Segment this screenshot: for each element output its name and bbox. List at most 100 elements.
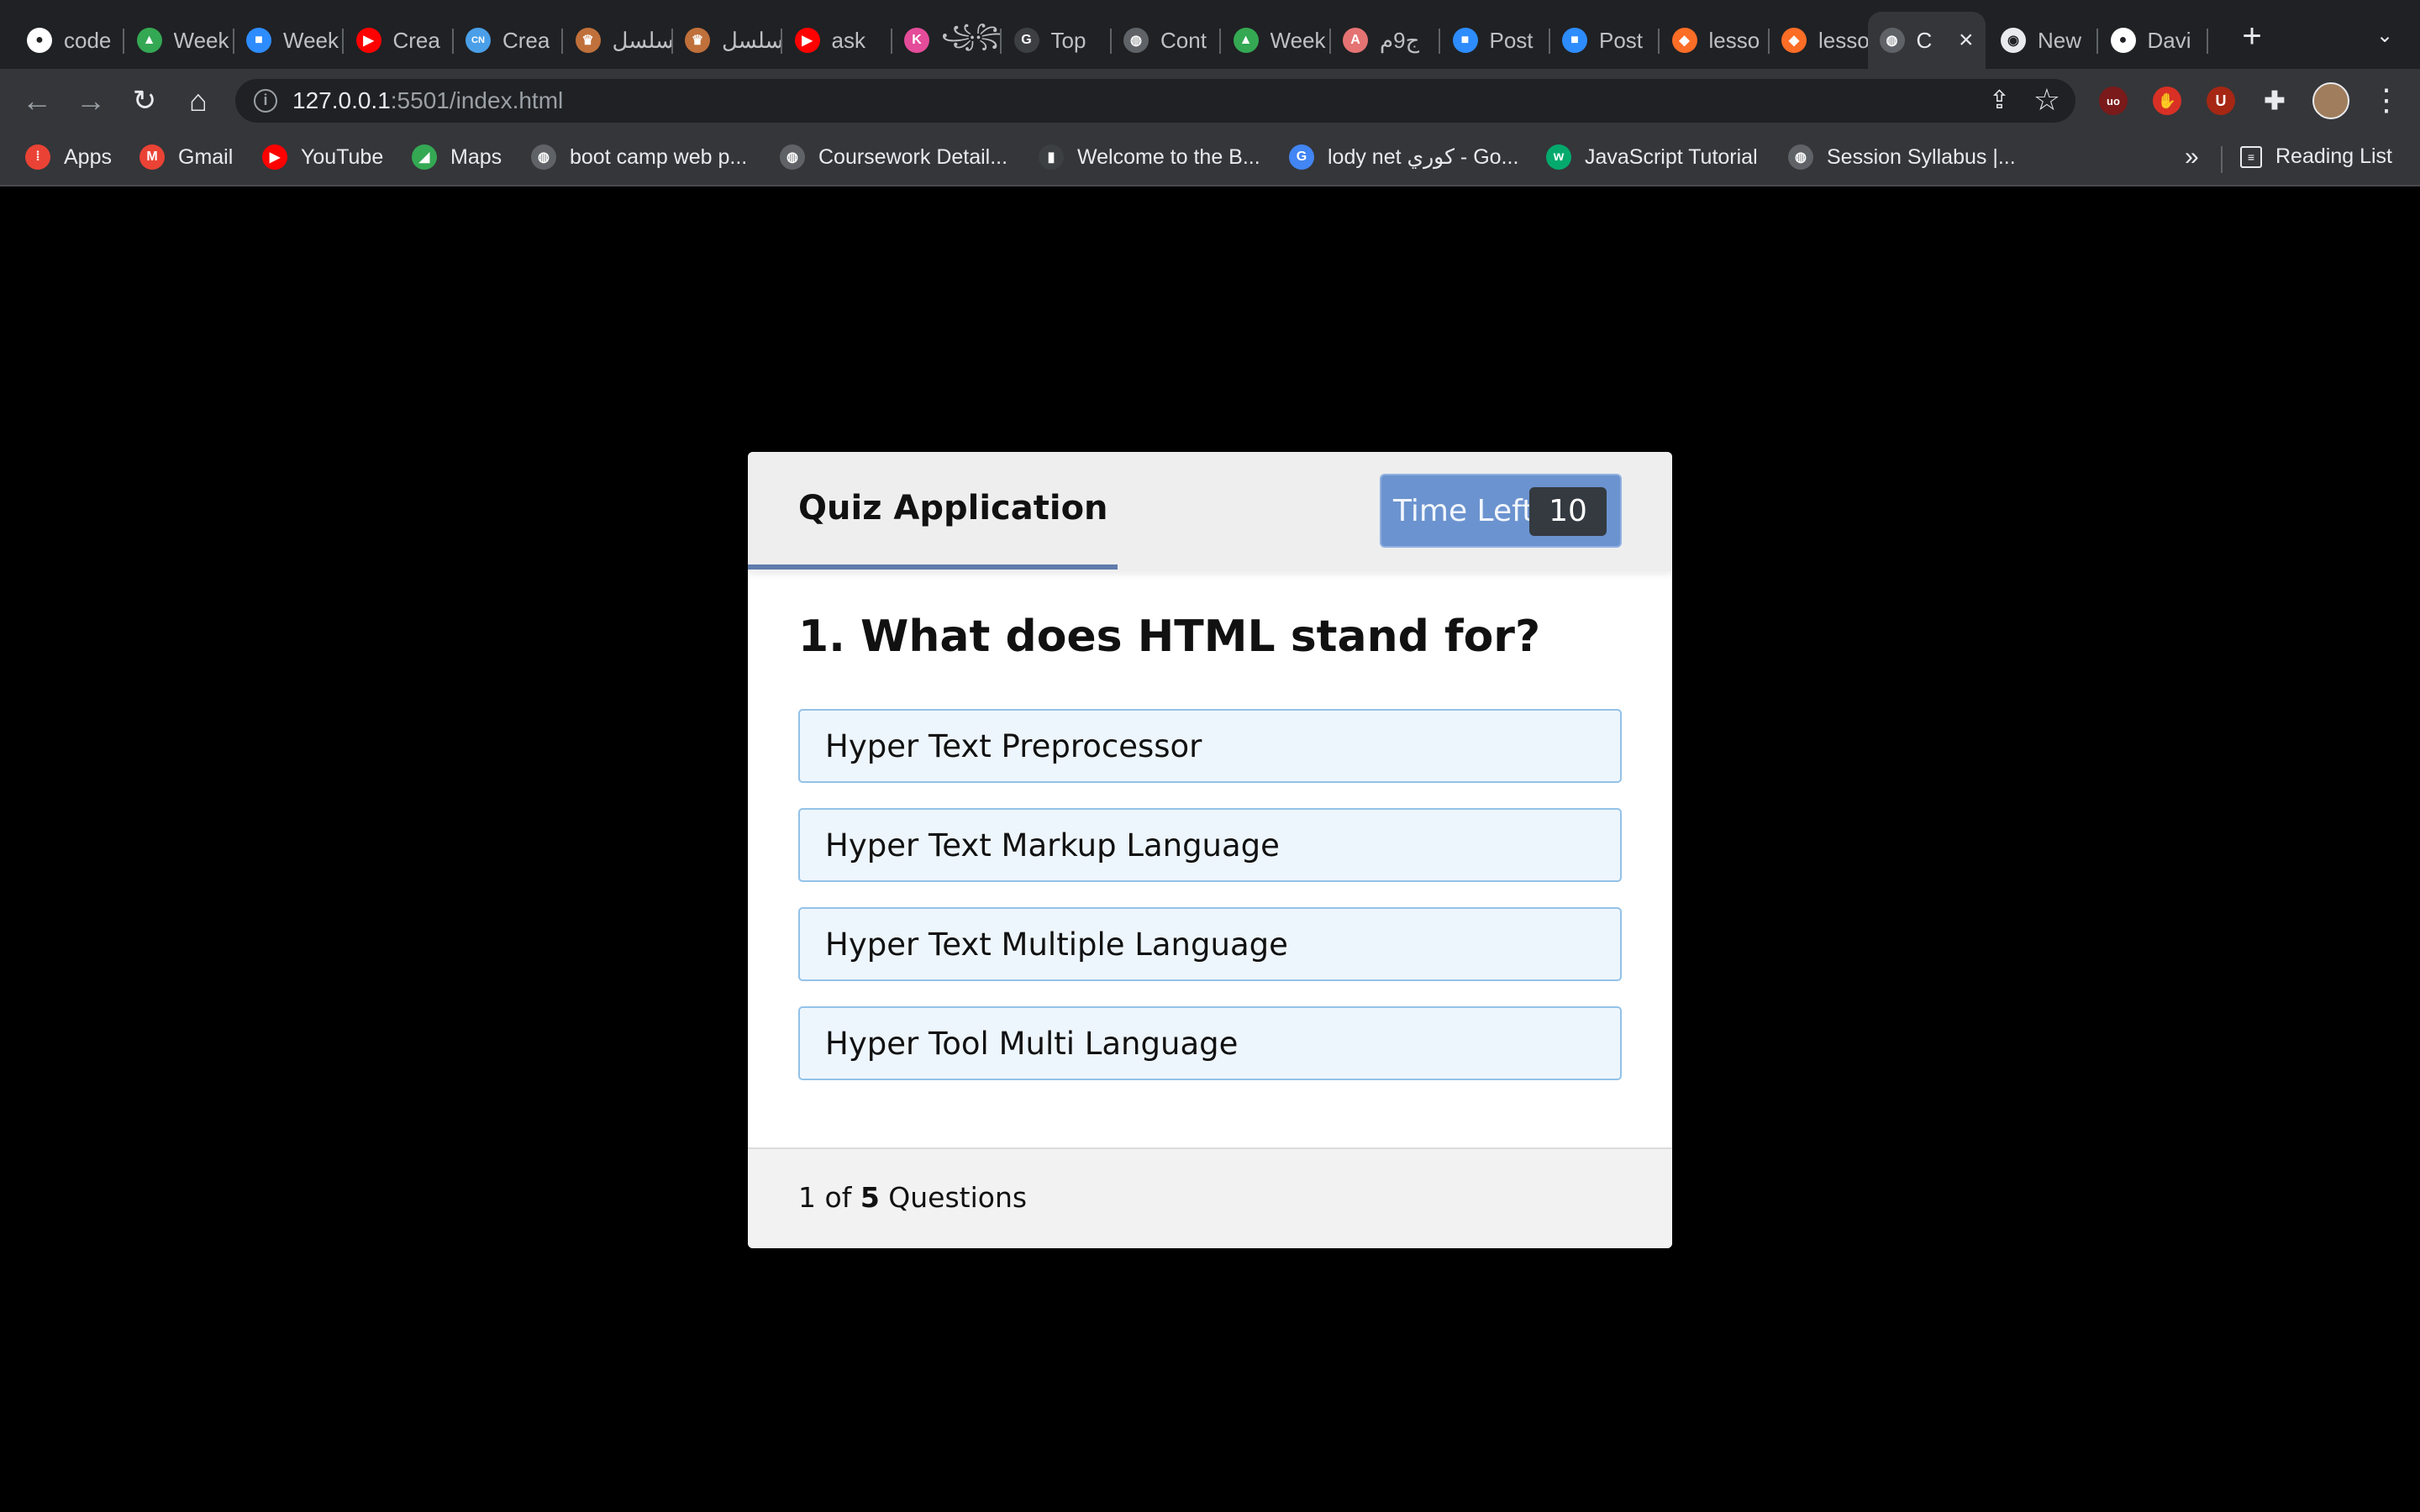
home-button[interactable]: ⌂	[178, 81, 218, 121]
bookmark-item[interactable]: ◍ boot camp web p...	[531, 144, 747, 170]
browser-tab[interactable]: ◆ lesso	[1660, 12, 1770, 69]
browser-tab[interactable]: ◍ Cont	[1112, 12, 1221, 69]
reading-list-icon: ≡	[2240, 145, 2262, 168]
ublock-origin-extension-icon[interactable]: U	[2207, 87, 2235, 115]
browser-tab[interactable]: ♛ مسلسل	[564, 12, 673, 69]
reading-list-label: Reading List	[2275, 144, 2392, 168]
browser-tab[interactable]: CN Crea	[454, 12, 563, 69]
browser-tab[interactable]: ■ Week	[234, 12, 344, 69]
globe-icon: ◍	[780, 144, 805, 170]
bookmark-label: Apps	[64, 144, 112, 169]
timer-badge: Time Left 10	[1380, 474, 1622, 548]
timer-label: Time Left	[1393, 494, 1534, 528]
youtube-icon: ▶	[794, 28, 820, 53]
browser-tab[interactable]: ● Davi	[2099, 12, 2208, 69]
browser-tab[interactable]: ■ Post	[1550, 12, 1660, 69]
bookmark-label: lody net كوري - Go...	[1328, 145, 1519, 169]
browser-tab[interactable]: ▶ Crea	[345, 12, 454, 69]
gitlab-icon: ◆	[1781, 28, 1807, 53]
bookmark-item[interactable]: ◍ Session Syllabus |...	[1788, 144, 2016, 170]
browser-tab[interactable]: ▲ Week	[1222, 12, 1331, 69]
bookmark-item[interactable]: ▮ Welcome to the B...	[1039, 144, 1260, 170]
bookmark-label: JavaScript Tutorial	[1585, 144, 1758, 169]
browser-tab-label: ask	[831, 27, 865, 53]
browser-tab[interactable]: ◆ lesso	[1770, 12, 1879, 69]
bookmark-label: Coursework Detail...	[818, 144, 1008, 169]
answer-options: Hyper Text Preprocessor Hyper Text Marku…	[798, 709, 1622, 1105]
browser-tab-label: ج9م	[1380, 27, 1420, 53]
browser-tab-label: Week	[1270, 27, 1326, 53]
quiz-card: Quiz Application Time Left 10 1. What do…	[748, 452, 1672, 1248]
google-drive-icon: ▲	[136, 28, 162, 53]
extensions-puzzle-icon[interactable]: ✚	[2260, 87, 2289, 115]
bookmark-label: Welcome to the B...	[1077, 144, 1260, 169]
url-path: :5501/index.html	[390, 87, 564, 113]
browser-tab-label: Post	[1599, 27, 1644, 53]
chrome-icon: ◉	[2001, 28, 2026, 53]
share-icon[interactable]: ⇪	[1989, 86, 2010, 115]
bookmark-item[interactable]: ◢ Maps	[412, 144, 502, 170]
url-text[interactable]: 127.0.0.1:5501/index.html	[292, 87, 563, 114]
browser-tab-label: Top	[1050, 27, 1086, 53]
answer-option[interactable]: Hyper Text Preprocessor	[798, 709, 1622, 783]
browser-tab[interactable]: ■ Post	[1441, 12, 1550, 69]
browser-tab[interactable]: ♛ مسلسل	[673, 12, 782, 69]
zoom-icon: ■	[1562, 28, 1587, 53]
reading-list-button[interactable]: ≡ Reading List	[2240, 144, 2392, 169]
browser-tab[interactable]: ● code	[15, 12, 124, 69]
bookmark-item[interactable]: Glody net كوري - Go...	[1289, 144, 1518, 170]
browser-tab[interactable]: K ꧁꧂	[892, 12, 1002, 69]
browser-tab[interactable]: ▲ Week	[125, 12, 234, 69]
browser-tab[interactable]: A ج9م	[1331, 12, 1440, 69]
answer-option[interactable]: Hyper Text Multiple Language	[798, 907, 1622, 981]
browser-tab-label: lesso	[1818, 27, 1870, 53]
answer-option[interactable]: Hyper Tool Multi Language	[798, 1006, 1622, 1080]
browser-tab-label: مسلسل	[722, 27, 782, 53]
browser-tab-label: Cont	[1160, 27, 1207, 53]
bookmark-label: YouTube	[301, 144, 384, 169]
bookmark-item[interactable]: ▶ YouTube	[262, 144, 383, 170]
address-bar[interactable]: i 127.0.0.1:5501/index.html ⇪ ☆	[235, 79, 2075, 123]
counter-of: of	[824, 1181, 852, 1214]
browser-tab-label: lesso	[1708, 27, 1760, 53]
adblock-extension-icon[interactable]: ✋	[2153, 87, 2181, 115]
close-tab-icon[interactable]: ×	[1959, 26, 1974, 55]
bookmark-label: Maps	[450, 144, 502, 169]
browser-tab[interactable]: ◍ C ×	[1867, 12, 1986, 69]
codenewbie-icon: CN	[466, 28, 491, 53]
tab-strip: + ⌄ ● code ▲ Week ■ Week ▶ Crea CN Crea ♛ مسلسل ♛ مسل…	[0, 0, 2420, 69]
profile-avatar[interactable]	[2312, 82, 2349, 119]
forward-button[interactable]: →	[71, 81, 111, 121]
bookmark-item[interactable]: M Gmail	[139, 144, 233, 170]
bookmark-item[interactable]: ⁞ Apps	[25, 144, 112, 170]
quiz-header: Quiz Application Time Left 10	[748, 452, 1672, 571]
browser-tab-label: مسلسل	[612, 27, 673, 53]
browser-tab[interactable]: ▶ ask	[783, 12, 892, 69]
browser-tab[interactable]: G Top	[1002, 12, 1112, 69]
browser-tab-label: New	[2038, 27, 2082, 53]
w3schools-icon: w	[1546, 144, 1571, 170]
new-tab-button[interactable]: +	[2235, 19, 2269, 54]
reload-button[interactable]: ↻	[124, 81, 165, 121]
browser-tab[interactable]: ◉ New	[1989, 12, 2098, 69]
more-bookmarks-button[interactable]: »	[2185, 143, 2199, 171]
zoom-icon: ■	[246, 28, 271, 53]
angular-icon: A	[1343, 28, 1368, 53]
apps-grid-icon: ⁞	[25, 144, 50, 170]
site-info-icon[interactable]: i	[254, 89, 277, 113]
globe-icon: ◍	[531, 144, 556, 170]
bookmark-item[interactable]: ◍ Coursework Detail...	[780, 144, 1007, 170]
back-button[interactable]: ←	[17, 81, 57, 121]
maps-icon: ◢	[412, 144, 437, 170]
ublock-extension-icon[interactable]: uo	[2099, 87, 2128, 115]
gmail-icon: M	[139, 144, 165, 170]
tab-search-chevron-icon[interactable]: ⌄	[2370, 24, 2400, 54]
kotlin-icon: K	[904, 28, 929, 53]
bookmark-item[interactable]: w JavaScript Tutorial	[1546, 144, 1758, 170]
bookmark-star-icon[interactable]: ☆	[2033, 82, 2060, 118]
answer-option[interactable]: Hyper Text Markup Language	[798, 808, 1622, 882]
github-icon: ●	[27, 28, 52, 53]
globe-icon: ◍	[1123, 28, 1149, 53]
browser-tab-label: ꧁꧂	[941, 22, 1002, 48]
browser-menu-icon[interactable]: ⋮	[2371, 82, 2402, 119]
